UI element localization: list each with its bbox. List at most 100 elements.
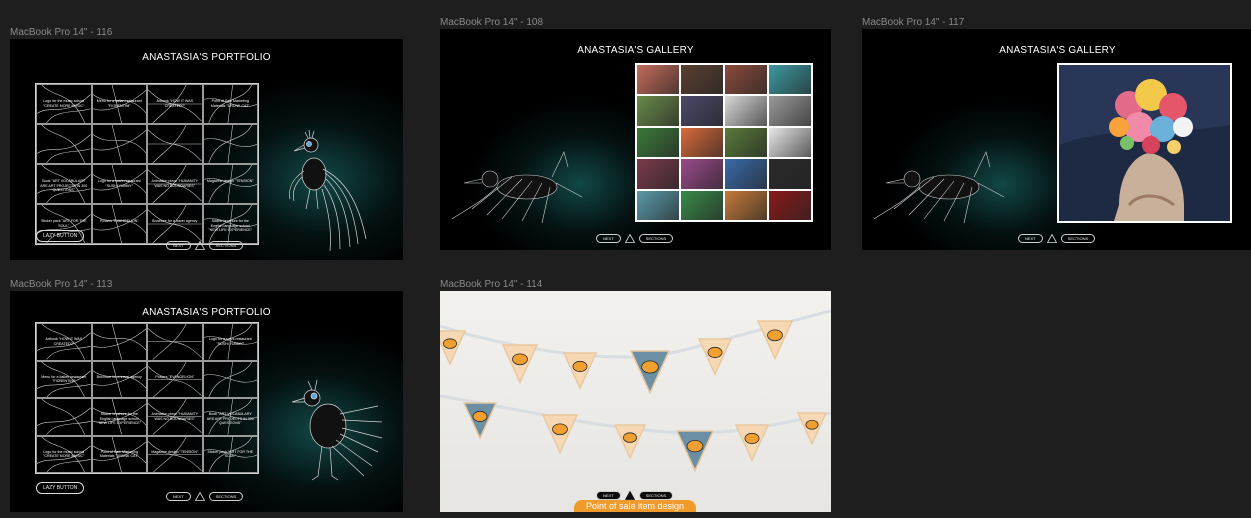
portfolio-tile[interactable]: Point of Sale Marketing Materials "DRUNK… <box>202 84 258 124</box>
portfolio-tile-label: Sticker brochure for the English languag… <box>208 219 253 232</box>
up-triangle-icon[interactable] <box>194 492 205 501</box>
portfolio-tile[interactable]: Menu for a Italian restaurant "FIORENTIN… <box>36 360 92 398</box>
gallery-thumbnail[interactable] <box>637 96 679 126</box>
artwork-frame[interactable] <box>1057 63 1232 223</box>
sketch-illustration <box>203 361 257 397</box>
portfolio-tile[interactable] <box>202 124 258 164</box>
up-triangle-icon[interactable] <box>194 241 205 250</box>
portfolio-tile-label: Menu for a Italian restaurant "FIORENTIN… <box>96 99 142 108</box>
bottom-nav: NEXT SECTIONS <box>166 241 244 250</box>
frame-108-gallery[interactable]: ANASTASIA'S GALLERY NEXT SECTIONS <box>440 29 831 250</box>
portfolio-tile[interactable] <box>202 360 258 398</box>
sketch-illustration <box>92 205 146 243</box>
portfolio-tile[interactable]: Artbook "HOW IT WAS CREATED?" <box>36 323 92 361</box>
portfolio-tile[interactable]: Animation piece "HUMANITY WAS NO BOUNDAR… <box>147 398 203 436</box>
gallery-thumbnail[interactable] <box>637 65 679 95</box>
next-button[interactable]: NEXT <box>166 492 191 501</box>
portfolio-tile[interactable]: Sticker brochure for the English languag… <box>202 204 258 244</box>
sections-button[interactable]: SECTIONS <box>638 234 674 243</box>
portfolio-tile[interactable]: Menu for a Italian restaurant "FIORENTIN… <box>91 84 147 124</box>
gallery-thumbnail[interactable] <box>769 190 811 220</box>
portfolio-tile[interactable]: Artbook "HOW IT WAS CREATED?" <box>147 84 203 124</box>
sections-button[interactable]: SECTIONS <box>638 491 674 500</box>
sections-button[interactable]: SECTIONS <box>208 241 244 250</box>
sections-button[interactable]: SECTIONS <box>208 492 244 501</box>
gallery-thumbnail[interactable] <box>769 65 811 95</box>
up-triangle-icon[interactable] <box>624 234 635 243</box>
lazy-button[interactable]: LAZY BUTTON <box>36 230 85 242</box>
portfolio-tile[interactable]: Magazine design "TENSION" <box>202 164 258 204</box>
portfolio-tile[interactable] <box>91 124 147 164</box>
gallery-thumbnail[interactable] <box>681 159 723 189</box>
portfolio-tile[interactable]: Posters "EVANGELION" <box>147 360 203 398</box>
frame-117-gallery-detail[interactable]: ANASTASIA'S GALLERY NEXT SECTIONS <box>862 29 1251 250</box>
portfolio-tile[interactable]: Sticker brochure for the English languag… <box>91 398 147 436</box>
portfolio-tile[interactable]: Logo for the music school "CREATE MORE M… <box>36 84 92 124</box>
page-title: ANASTASIA'S GALLERY <box>577 45 694 56</box>
lazy-button[interactable]: LAZY BUTTON <box>36 482 85 494</box>
frame-114-point-of-sale[interactable]: NEXT SECTIONS Point of sale item design <box>440 291 831 512</box>
gallery-thumbnail[interactable] <box>725 159 767 189</box>
gallery-thumbnail[interactable] <box>681 190 723 220</box>
gallery-thumbnail[interactable] <box>637 159 679 189</box>
portfolio-grid: Artbook "HOW IT WAS CREATED?" Logo for a … <box>35 322 259 474</box>
frame-116-portfolio[interactable]: ANASTASIA'S PORTFOLIO Logo for the music… <box>10 39 403 260</box>
gallery-thumbnail[interactable] <box>681 65 723 95</box>
next-button[interactable]: NEXT <box>596 491 621 500</box>
portfolio-tile-label: Logo for the music school "CREATE MORE M… <box>43 449 85 459</box>
portfolio-tile[interactable]: Brochure for a travel agency <box>91 360 147 398</box>
portfolio-tile[interactable]: Brochure for a travel agency <box>147 204 203 244</box>
page-title: ANASTASIA'S PORTFOLIO <box>142 307 271 318</box>
section-caption: Point of sale item design <box>574 500 697 512</box>
portfolio-tile[interactable]: Point of Sale Marketing Materials "DRUNK… <box>91 435 147 473</box>
gallery-thumbnail[interactable] <box>681 127 723 158</box>
portfolio-tile[interactable] <box>91 323 147 361</box>
portfolio-tile[interactable] <box>147 124 203 164</box>
gallery-thumbnail[interactable] <box>769 127 811 158</box>
portfolio-tile[interactable]: Animation piece "HUMANITY WAS NO BOUNDAR… <box>147 164 203 204</box>
portfolio-tile[interactable] <box>147 323 203 361</box>
up-triangle-icon[interactable] <box>1046 234 1057 243</box>
next-button[interactable]: NEXT <box>1018 234 1043 243</box>
gallery-thumbnail[interactable] <box>725 127 767 158</box>
sketch-illustration <box>148 125 202 163</box>
gallery-thumbnail[interactable] <box>769 96 811 126</box>
portfolio-tile[interactable]: Book "ART VOCABULARY ARE ART PROJECTS IN… <box>36 164 92 204</box>
frame-label-114[interactable]: MacBook Pro 14" - 114 <box>440 279 542 290</box>
portfolio-tile[interactable]: Posters "EVANGELION" <box>91 204 147 244</box>
frame-label-108[interactable]: MacBook Pro 14" - 108 <box>440 17 543 28</box>
portfolio-tile[interactable] <box>36 398 92 436</box>
portfolio-tile-label: Point of Sale Marketing Materials "DRUNK… <box>210 99 250 108</box>
next-button[interactable]: NEXT <box>166 241 191 250</box>
gallery-thumbnail[interactable] <box>725 190 767 220</box>
sketch-illustration <box>148 361 202 397</box>
sections-button[interactable]: SECTIONS <box>1060 234 1096 243</box>
bottom-nav: NEXT SECTIONS <box>596 234 674 243</box>
portfolio-tile[interactable]: Logo for a sushi restaurant "SUSHI YUMMY… <box>202 323 258 361</box>
frame-label-117[interactable]: MacBook Pro 14" - 117 <box>862 17 964 28</box>
portfolio-tile-label: Magazine design "TENSION" <box>206 179 254 184</box>
portfolio-tile-label: Artbook "HOW IT WAS CREATED?" <box>156 99 194 108</box>
portfolio-tile[interactable]: Magazine design "TENSION" <box>147 435 203 473</box>
sketch-illustration <box>203 125 257 163</box>
portfolio-tile[interactable]: Book "ART VOCABULARY ARE ART PROJECTS IN… <box>202 398 258 436</box>
portfolio-tile[interactable]: Sticker pack "ART FOR THE SOUL" <box>202 435 258 473</box>
portfolio-tile[interactable] <box>36 124 92 164</box>
up-triangle-icon[interactable] <box>624 491 635 500</box>
gallery-thumbnail[interactable] <box>769 159 811 189</box>
portfolio-tile[interactable]: Logo for a sushi restaurant "SUSHI YUMMY… <box>91 164 147 204</box>
gallery-thumbnail[interactable] <box>637 190 679 220</box>
flower-head-painting <box>1059 65 1230 221</box>
frame-label-113[interactable]: MacBook Pro 14" - 113 <box>10 279 112 290</box>
frame-113-portfolio[interactable]: ANASTASIA'S PORTFOLIO Artbook "HOW IT WA… <box>10 291 403 512</box>
portfolio-tile[interactable]: Logo for the music school "CREATE MORE M… <box>36 435 92 473</box>
gallery-thumbnail[interactable] <box>637 127 679 158</box>
gallery-thumbnail[interactable] <box>681 96 723 126</box>
sketch-illustration <box>92 125 146 163</box>
portfolio-tile-label: Logo for a sushi restaurant "SUSHI YUMMY… <box>97 179 141 188</box>
gallery-thumbnail[interactable] <box>725 96 767 126</box>
gallery-thumbnail[interactable] <box>725 65 767 95</box>
next-button[interactable]: NEXT <box>596 234 621 243</box>
gallery-grid <box>635 63 813 222</box>
frame-label-116[interactable]: MacBook Pro 14" - 116 <box>10 27 112 38</box>
